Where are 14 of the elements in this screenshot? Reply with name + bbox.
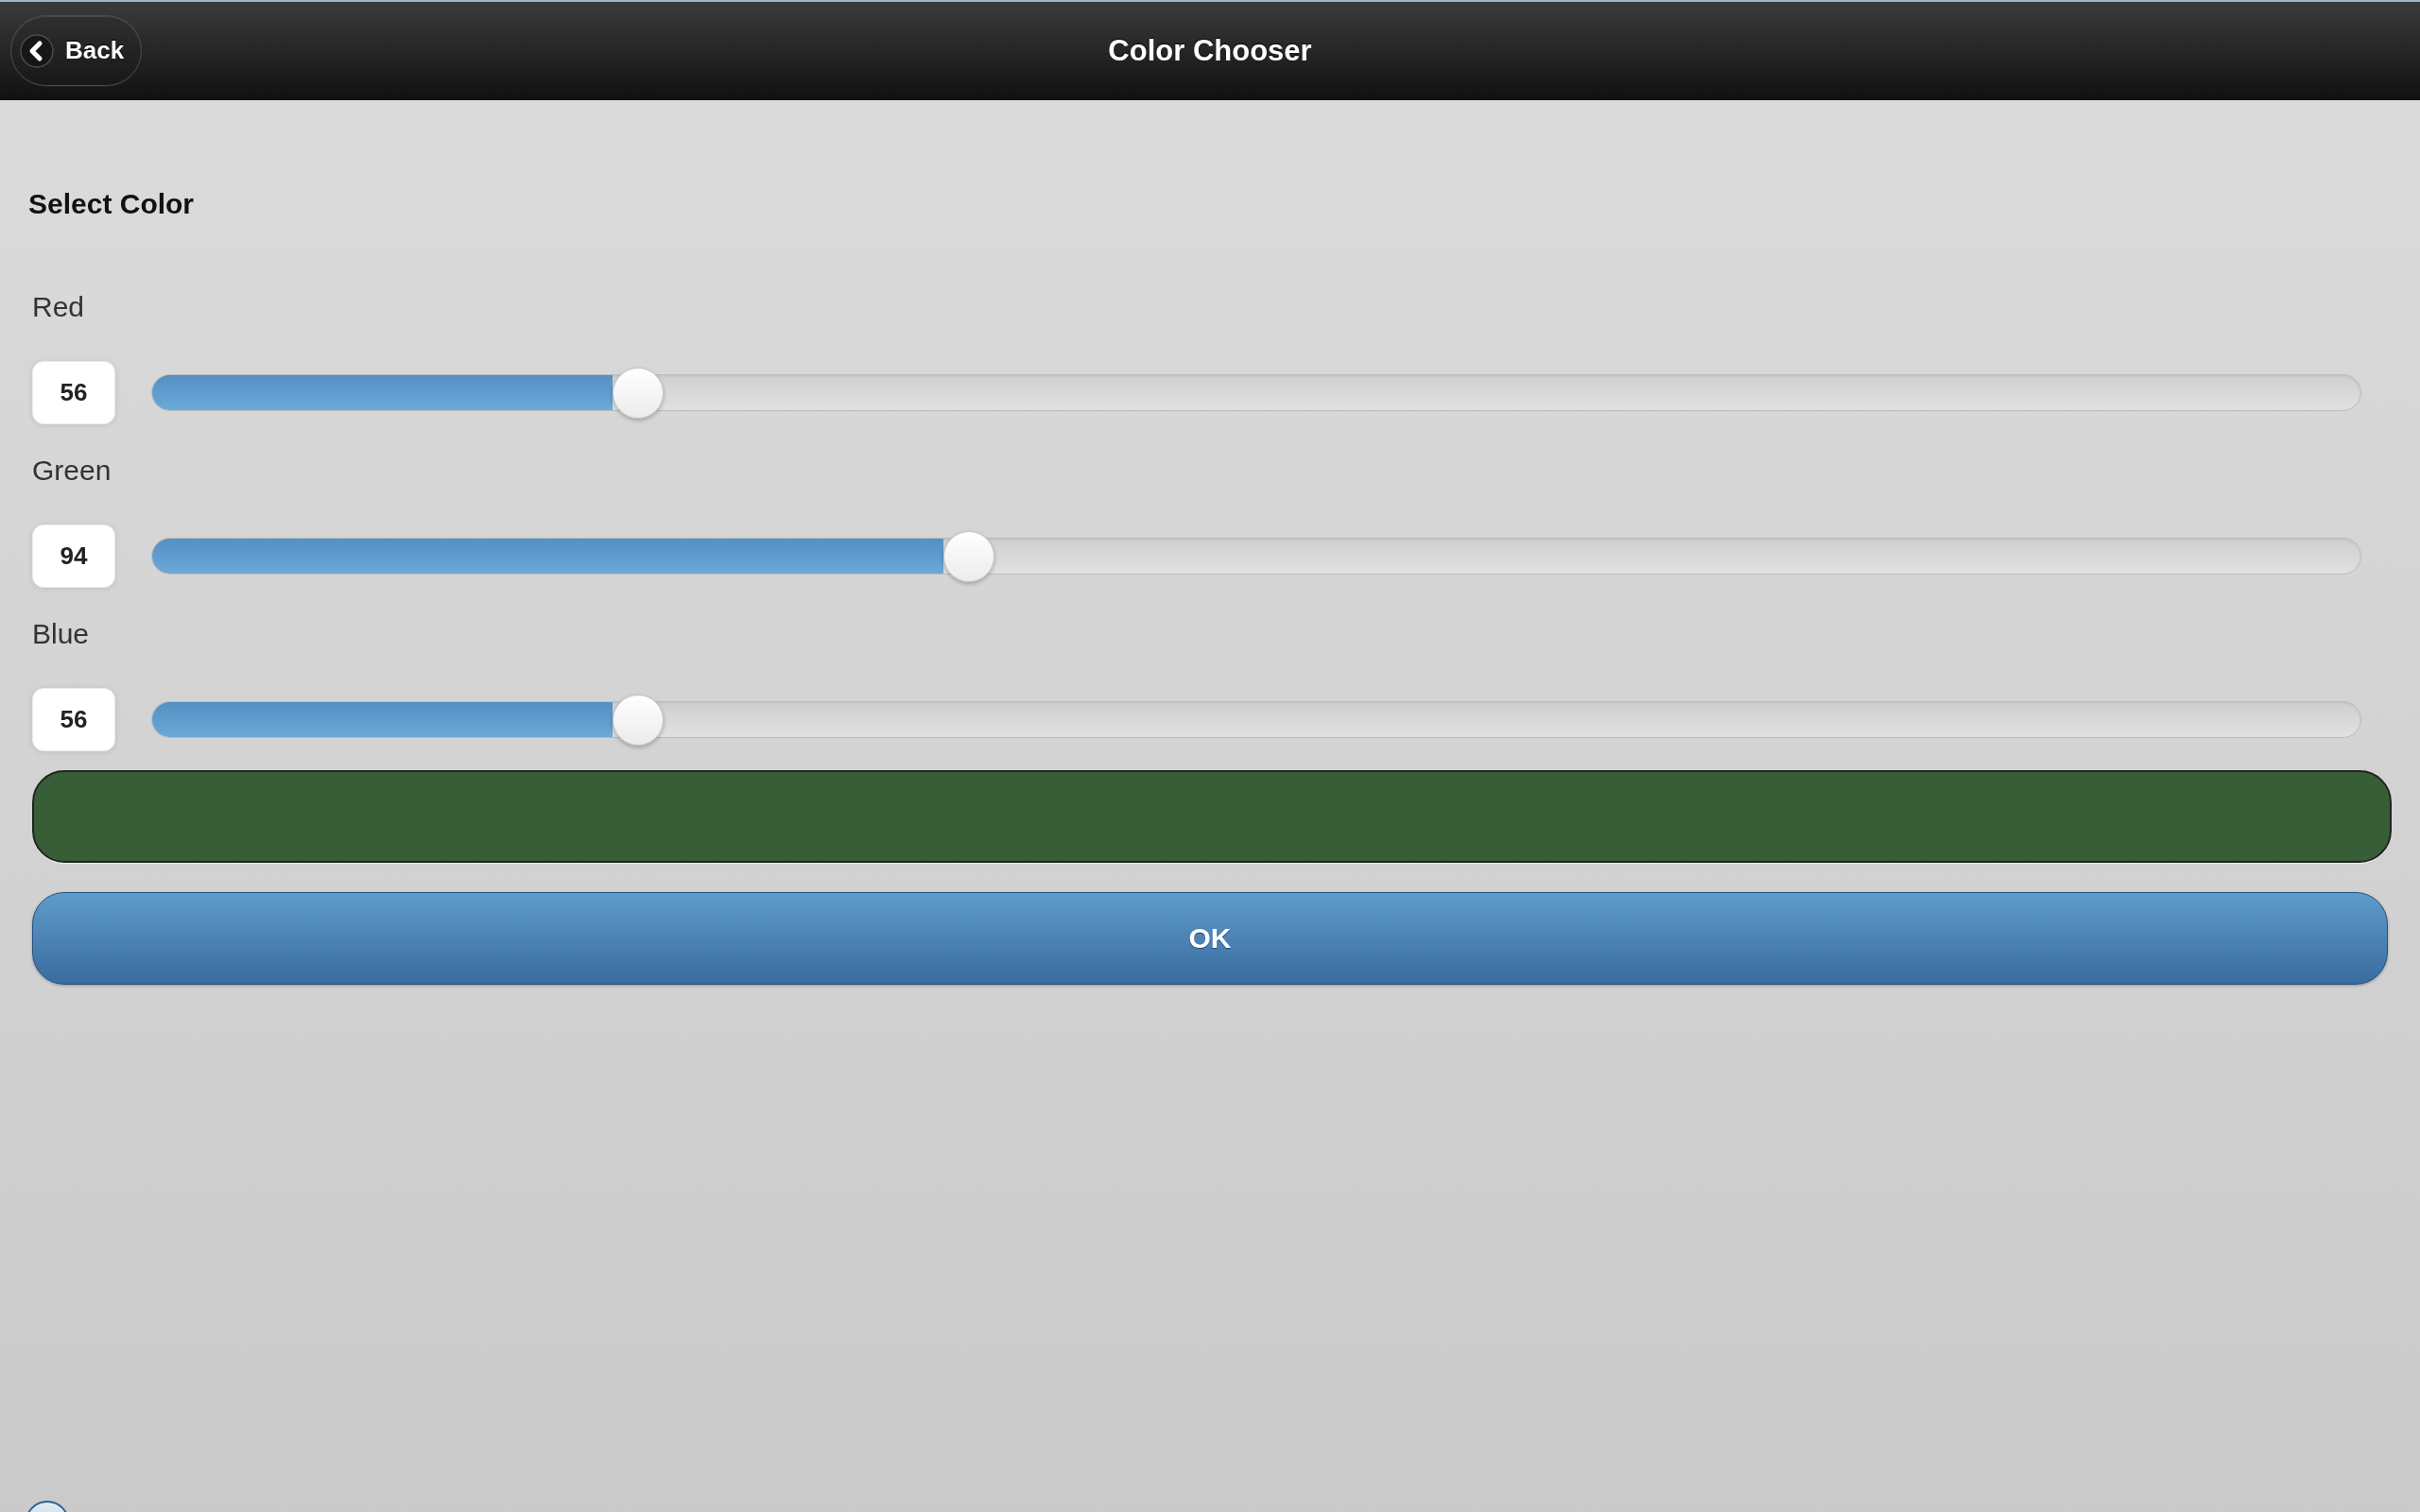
slider-label: Red bbox=[32, 290, 85, 324]
back-button[interactable]: Back bbox=[10, 15, 143, 86]
slider-label: Blue bbox=[32, 617, 90, 651]
slider-handle[interactable] bbox=[943, 530, 995, 582]
slider-handle[interactable] bbox=[612, 694, 664, 746]
value-field[interactable]: 56 bbox=[32, 361, 115, 424]
slider-label: Green bbox=[32, 454, 112, 488]
chevron-left-icon bbox=[20, 33, 54, 68]
section-heading: Select Color bbox=[28, 187, 195, 221]
value-field[interactable]: 94 bbox=[32, 524, 115, 588]
ok-button[interactable]: OK bbox=[32, 892, 2388, 985]
slider-handle[interactable] bbox=[612, 367, 664, 419]
value-field[interactable]: 56 bbox=[32, 688, 115, 751]
page-title: Color Chooser bbox=[1108, 32, 1312, 69]
